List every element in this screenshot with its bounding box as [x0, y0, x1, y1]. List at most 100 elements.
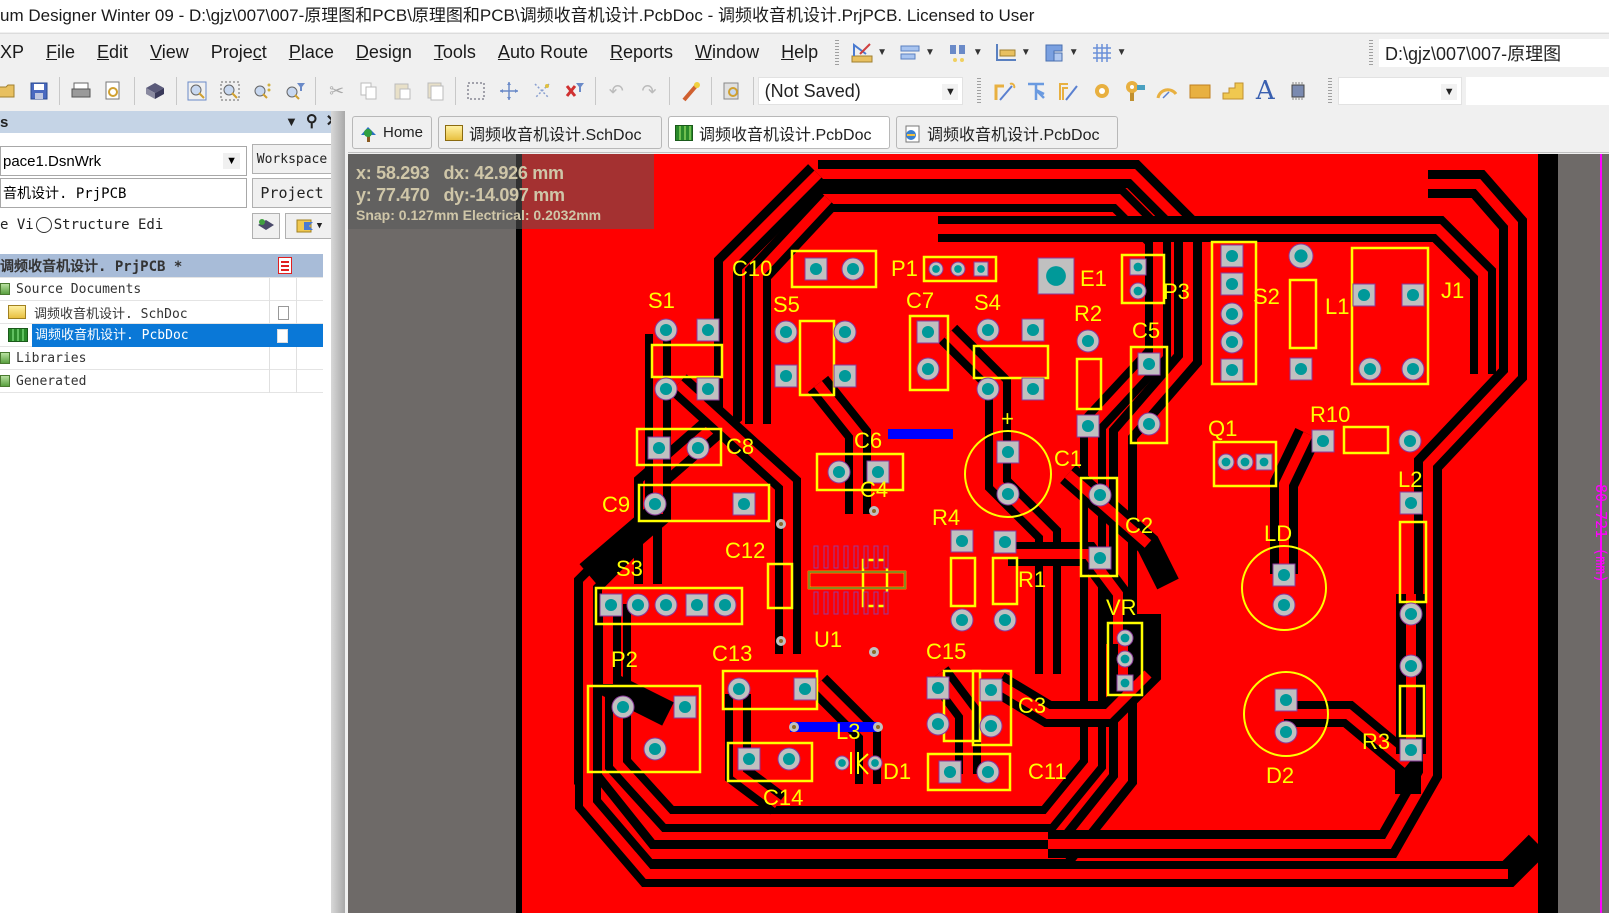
component-designator-p2: P2 [611, 647, 638, 672]
menu-xp[interactable]: XP [0, 42, 35, 63]
paste-icon[interactable] [390, 78, 415, 104]
tree-item-pcbdoc[interactable]: 调频收音机设计. PcbDoc [0, 323, 323, 347]
layer-combo[interactable]: ▼ [1338, 77, 1463, 105]
pin-icon[interactable]: ⚲ [306, 111, 318, 133]
find-binoculars-icon[interactable] [945, 40, 971, 66]
undo-icon[interactable]: ↶ [604, 78, 629, 104]
zoom-area-icon[interactable] [217, 78, 242, 104]
menu-reports[interactable]: Reports [599, 42, 684, 63]
tree-item-source-documents[interactable]: Source Documents [0, 278, 323, 301]
toolbar-grip[interactable] [1328, 78, 1333, 104]
interactive-route-icon[interactable] [991, 78, 1016, 104]
find-dropdown[interactable]: ▼ [973, 47, 983, 58]
place-arc-icon[interactable] [1155, 78, 1180, 104]
workspace-select[interactable]: pace1.DsnWrk ▼ [0, 146, 247, 176]
project-field[interactable]: 音机设计. PrjPCB [0, 178, 247, 208]
move-icon[interactable] [497, 78, 522, 104]
tab-schdoc[interactable]: 调频收音机设计.SchDoc [438, 116, 662, 149]
copy-icon[interactable] [357, 78, 382, 104]
pad-hole [659, 323, 673, 337]
toolbar-grip[interactable] [835, 39, 840, 66]
menu-tools[interactable]: Tools [423, 42, 487, 63]
chevron-down-icon[interactable]: ▼ [1441, 84, 1458, 100]
cut-icon[interactable]: ✂ [324, 78, 349, 104]
3d-view-icon[interactable] [143, 78, 168, 104]
menu-edit[interactable]: Edit [86, 42, 139, 63]
print-preview-icon[interactable] [101, 78, 126, 104]
menu-project[interactable]: Project [200, 42, 278, 63]
tree-item-libraries[interactable]: Libraries [0, 347, 323, 370]
folder-icon [0, 375, 10, 387]
chevron-down-icon[interactable]: ▼ [942, 84, 959, 100]
place-pad-icon[interactable] [1089, 78, 1114, 104]
browse-component-icon[interactable] [720, 78, 745, 104]
standard-toolbar: ✂ ↶ ↷ (Not Saved) ▼ A ▼ [0, 71, 1609, 111]
panel-menu-icon[interactable]: ▼ [285, 111, 298, 133]
room-icon[interactable] [1041, 40, 1067, 66]
pad-hole [832, 465, 846, 479]
multi-route-icon[interactable] [1057, 78, 1082, 104]
open-icon[interactable] [0, 78, 19, 104]
grid-icon[interactable] [1089, 40, 1115, 66]
structure-editor-radio[interactable] [35, 217, 52, 233]
toolbar-grip[interactable] [1369, 39, 1373, 66]
grid-dropdown[interactable]: ▼ [1117, 47, 1127, 58]
rubber-stamp-icon[interactable] [422, 78, 447, 104]
workspace-button[interactable]: Workspace [252, 144, 332, 174]
zoom-fit-icon[interactable] [184, 78, 209, 104]
zoom-selected-icon[interactable] [250, 78, 275, 104]
workspace-explorer-button[interactable] [252, 213, 280, 239]
clear-filter-icon[interactable] [562, 78, 587, 104]
diff-pair-route-icon[interactable] [1024, 78, 1049, 104]
toolbar-grip[interactable] [977, 78, 982, 104]
room-dropdown[interactable]: ▼ [1069, 47, 1079, 58]
file-view-radio-label[interactable]: e Vi [0, 217, 34, 233]
place-component-icon[interactable] [1286, 78, 1311, 104]
menu-window[interactable]: Window [684, 42, 770, 63]
right-combo[interactable] [1466, 77, 1609, 105]
align-dropdown[interactable]: ▼ [925, 47, 935, 58]
project-button[interactable]: Project [252, 178, 332, 208]
dimension-dropdown[interactable]: ▼ [1021, 47, 1031, 58]
menu-design[interactable]: Design [345, 42, 423, 63]
cross-probe-icon[interactable] [678, 78, 703, 104]
path-field[interactable]: D:\gjz\007\007-原理图 [1379, 38, 1609, 67]
menu-auto-route[interactable]: Auto Route [487, 42, 599, 63]
menu-help[interactable]: Help [770, 42, 829, 63]
tree-item-schdoc[interactable]: 调频收音机设计. SchDoc [0, 301, 323, 324]
place-polygon-icon[interactable] [1220, 78, 1245, 104]
place-via-icon[interactable] [1122, 78, 1147, 104]
menu-place[interactable]: Place [278, 42, 345, 63]
rules-dropdown[interactable]: ▼ [877, 47, 887, 58]
deselect-icon[interactable] [530, 78, 555, 104]
pad-hole [1026, 323, 1040, 337]
menu-file[interactable]: File [35, 42, 86, 63]
rules-icon[interactable] [849, 40, 875, 66]
pcb-board[interactable]: 80.721 (mm) C10 P1 E1P3 S2 L1J1S1 S5 C7 … [348, 154, 1609, 913]
zoom-filtered-icon[interactable] [283, 78, 308, 104]
tree-item-generated[interactable]: Generated [0, 370, 323, 393]
print-icon[interactable] [68, 78, 93, 104]
panel-splitter[interactable] [331, 111, 345, 913]
tree-item-project[interactable]: 调频收音机设计. PrjPCB * [0, 254, 323, 278]
chevron-down-icon[interactable]: ▼ [223, 153, 240, 169]
place-fill-icon[interactable] [1188, 78, 1213, 104]
pcb-canvas[interactable]: 80.721 (mm) C10 P1 E1 P3 S2 L1 J1 S1 S5 … [348, 154, 1609, 913]
dimension-icon[interactable] [993, 40, 1019, 66]
select-area-icon[interactable] [464, 78, 489, 104]
pad-hole [1001, 487, 1015, 501]
align-icon[interactable] [897, 40, 923, 66]
dimension-label: 80.721 (mm) [1592, 484, 1609, 583]
project-options-button[interactable]: ▼ [285, 213, 332, 239]
structure-editor-label[interactable]: Structure Edi [54, 217, 164, 233]
place-string-icon[interactable]: A [1253, 76, 1278, 106]
variant-combo[interactable]: (Not Saved) ▼ [757, 77, 964, 105]
tab-pcbdoc-active[interactable]: 调频收音机设计.PcbDoc [668, 116, 890, 149]
component-designator-c8: C8 [726, 434, 754, 459]
tab-pcbdoc-web[interactable]: 调频收音机设计.PcbDoc [896, 116, 1118, 149]
tab-home[interactable]: Home [352, 116, 432, 149]
panel-title: s [0, 113, 9, 131]
menu-view[interactable]: View [139, 42, 200, 63]
redo-icon[interactable]: ↷ [637, 78, 662, 104]
save-icon[interactable] [27, 78, 52, 104]
